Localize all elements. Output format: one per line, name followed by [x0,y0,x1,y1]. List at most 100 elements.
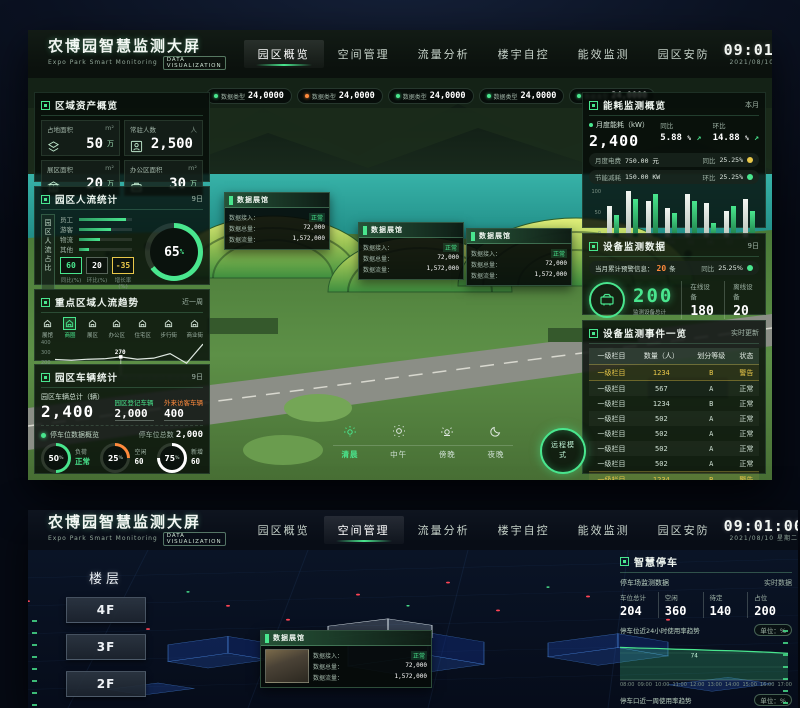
bar-group-03 [646,189,658,237]
trend-tab-展馆[interactable]: 展馆 [41,317,54,339]
scene-tooltip-2[interactable]: 数据展馆 数据接入：正常数据总量：72,000数据流量：1,572,000 [358,222,464,280]
energy-row-cost: 月度电费750.00 元 同比25.25% [589,153,759,167]
table-row[interactable]: 一级栏目1234B正常 [589,396,759,411]
trend-tab-办公区[interactable]: 办公区 [108,317,125,339]
data-visualization-badge: DATA VISUALIZATION [163,532,226,546]
asset-stat-card: 占地面积m²50万 [41,120,120,156]
nav-item-5[interactable]: 能效监测 [564,40,644,68]
nav-item-4[interactable]: 楼宇自控 [484,516,564,544]
nav-item-6[interactable]: 园区安防 [644,516,724,544]
table-cell: A [689,441,734,456]
data-type-pill-3[interactable]: 数据类型24,0000 [388,88,474,104]
moon-icon[interactable] [479,423,513,442]
tooltip-row: 数据接入：正常 [313,651,427,660]
panel-period: 9日 [192,372,203,382]
flow-box: -35增长率(%) [112,257,134,290]
table-cell: 一级栏目 [589,381,634,397]
panel-bullet-icon [41,195,50,204]
nav-item-2[interactable]: 空间管理 [324,40,404,68]
nav-item-1[interactable]: 园区概览 [244,40,324,68]
stat-label: 展区面积 [47,164,73,174]
pill-dot-icon [487,94,491,98]
table-row[interactable]: 一级栏目502A正常 [589,411,759,426]
panel-bullet-icon [620,557,629,566]
table-row[interactable]: 一级栏目567A正常 [589,381,759,397]
building-icon [136,317,149,330]
scene-tooltip-building[interactable]: 数据展馆 数据接入：正常数据总量：72,000数据流量：1,572,000 [260,630,432,688]
floor-button-2F[interactable]: 2F [66,671,146,697]
tooltip-title: 数据展馆 [371,225,403,235]
daytime-label-清晨[interactable]: 清晨 [333,449,367,460]
parking-stat-空闲: 空闲360 [658,592,703,618]
pill-dot-icon [305,94,309,98]
table-cell: 567 [634,381,689,397]
trend-tab-商圈[interactable]: 商圈 [63,317,76,339]
sun-icon[interactable] [382,423,416,442]
table-row[interactable]: 一级栏目502A正常 [589,426,759,441]
vehicle-visitor: 外来访客车辆 400 [164,397,203,421]
x-tick-label: 08:00 [620,682,634,688]
green-dot-icon [41,433,46,438]
panel-title: 智慧停车 [634,554,678,569]
sunrise-icon[interactable] [333,423,367,442]
asset-stat-card: 常驻人数人2,500 [124,120,203,156]
panel-bullet-icon [41,298,50,307]
remote-mode-button[interactable]: 远程模式 [540,428,586,474]
table-cell: 一级栏目 [589,472,634,481]
daytime-label-中午[interactable]: 中午 [382,449,416,460]
vehicle-total: 园区车辆总计（辆） 2,400 [41,392,104,421]
nav-item-2[interactable]: 空间管理 [324,516,404,544]
nav-item-1[interactable]: 园区概览 [244,516,324,544]
nav-item-3[interactable]: 流量分析 [404,40,484,68]
scene-tooltip-3[interactable]: 数据展馆 数据接入：正常数据总量：72,000数据流量：1,572,000 [466,228,572,286]
data-type-pill-2[interactable]: 数据类型24,0000 [297,88,383,104]
bar-group-06 [704,189,716,237]
table-cell: 一级栏目 [589,411,634,426]
parking-subheader: 停车场监测数据 实时数据 [620,578,792,588]
tooltip-accent [265,634,269,643]
floor-button-4F[interactable]: 4F [66,597,146,623]
stat-value: 50 [86,136,103,152]
tooltip-photo [265,649,309,683]
data-type-pill-4[interactable]: 数据类型24,0000 [479,88,565,104]
table-cell: A [689,426,734,441]
trend-tab-步行街[interactable]: 步行街 [160,317,177,339]
floor-button-3F[interactable]: 3F [66,634,146,660]
nav-item-3[interactable]: 流量分析 [404,516,484,544]
dashboard-screen-building: 农博园智慧监测大屏 Expo Park Smart Monitoring DAT… [28,510,798,708]
table-cell: 警告 [734,365,759,381]
table-row[interactable]: 一级栏目1234B警告 [589,472,759,481]
table-cell: 正常 [734,411,759,426]
floor-selector: 楼层 4F3F2F [58,568,154,708]
table-cell: 502 [634,456,689,472]
trend-tab-商业街[interactable]: 商业街 [186,317,203,339]
table-row[interactable]: 一级栏目502A正常 [589,441,759,456]
sunset-icon[interactable] [430,423,464,442]
page-title: 农博园智慧监测大屏 [48,38,226,55]
page-subtitle: Expo Park Smart Monitoring [48,536,158,543]
clock-time: 09:01:00 [724,519,798,534]
scene-tooltip-1[interactable]: 数据展馆 数据接入：正常数据总量：72,000数据流量：1,572,000 [224,192,330,250]
tooltip-row: 数据接入：正常 [471,249,567,258]
trend-tab-展区[interactable]: 展区 [86,317,99,339]
panel-period: 近一周 [182,297,203,307]
table-header-cell: 数量（人） [634,348,689,365]
table-cell: 1234 [634,472,689,481]
daytime-label-夜晚[interactable]: 夜晚 [479,449,513,460]
table-row[interactable]: 一级栏目1234B警告 [589,365,759,381]
bar-series-1 [704,203,709,237]
panel-period: 9日 [748,241,759,251]
building-icon [188,317,201,330]
nav-item-5[interactable]: 能效监测 [564,516,644,544]
daytime-label-傍晚[interactable]: 傍晚 [430,449,464,460]
table-row[interactable]: 一级栏目502A正常 [589,456,759,472]
tooltip-row: 数据总量：72,000 [313,662,427,671]
data-type-pill-1[interactable]: 数据类型24,0000 [206,88,292,104]
edge-ticks-decoration [783,630,788,708]
parking-donut-负荷: 50%负荷正常 [41,443,90,473]
nav-item-4[interactable]: 楼宇自控 [484,40,564,68]
flow-row-其他: 其他 [60,244,132,254]
trend-tab-住宅区[interactable]: 住宅区 [134,317,151,339]
x-tick-label: 10:00 [655,682,669,688]
nav-item-6[interactable]: 园区安防 [644,40,724,68]
